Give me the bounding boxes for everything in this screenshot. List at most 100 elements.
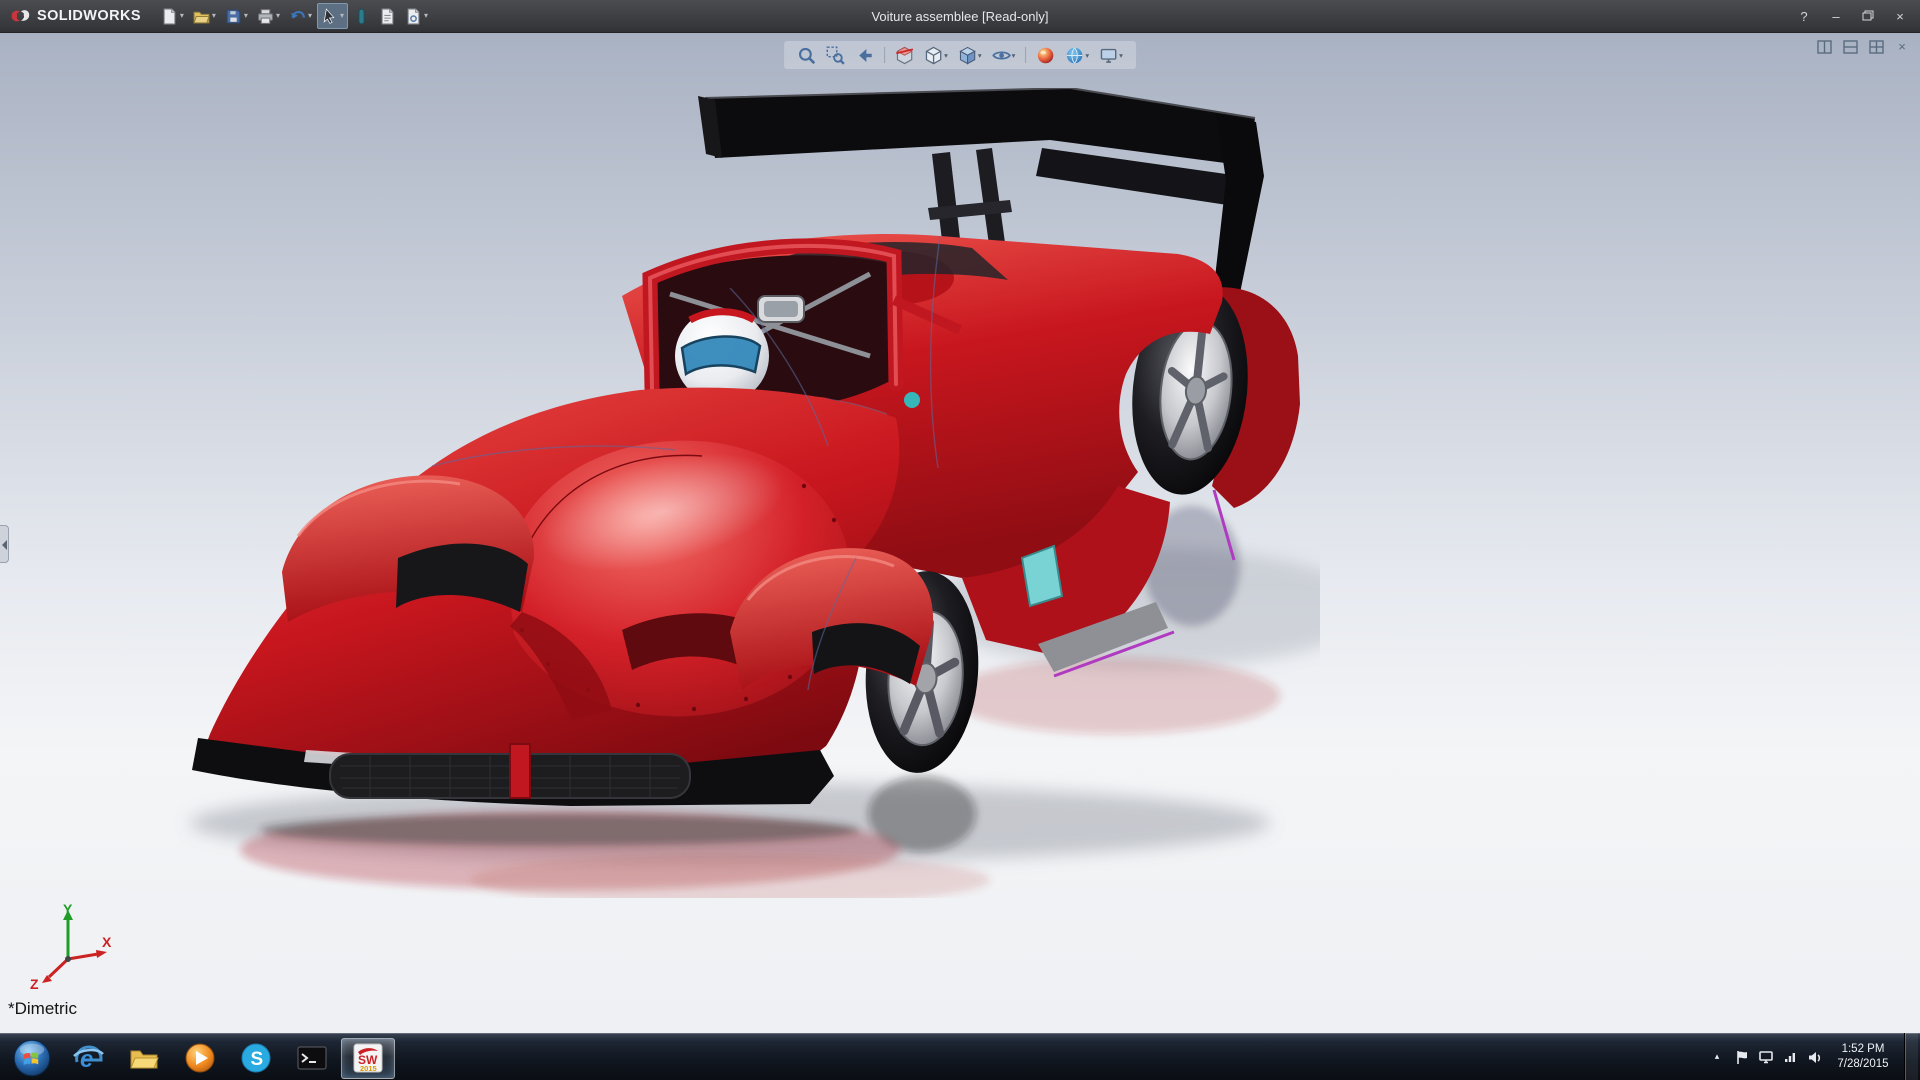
view-orientation-label: *Dimetric: [8, 999, 77, 1019]
chevron-down-icon[interactable]: ▾: [180, 12, 184, 20]
eye-icon: [992, 46, 1011, 65]
split-horizontal-icon: [1843, 40, 1858, 54]
taskbar-item-internet-explorer[interactable]: e: [61, 1038, 115, 1079]
start-button[interactable]: [5, 1038, 59, 1079]
traffic-pill-icon: [353, 8, 370, 25]
orientation-triad: Y X Z: [22, 901, 114, 993]
car-3d-model[interactable]: [170, 88, 1320, 898]
action-center-button[interactable]: [1734, 1049, 1750, 1065]
minimize-button[interactable]: –: [1828, 10, 1844, 23]
chevron-down-icon[interactable]: ▾: [944, 51, 948, 60]
floppy-icon: [225, 8, 242, 25]
monitor-icon: [1758, 1049, 1774, 1065]
chevron-down-icon[interactable]: ▾: [340, 12, 344, 20]
solidworks-window: SOLIDWORKS ▾ ▾ ▾ ▾ ▾: [0, 0, 1920, 1080]
help-button[interactable]: ?: [1796, 10, 1812, 23]
window-title: Voiture assemblee [Read-only]: [871, 9, 1048, 24]
zoom-to-area-button[interactable]: [823, 43, 848, 67]
chevron-down-icon[interactable]: ▾: [244, 12, 248, 20]
windows-orb-icon: [12, 1038, 52, 1078]
folder-icon: [127, 1041, 161, 1075]
view-settings-button[interactable]: ▾: [1096, 43, 1126, 67]
viewport-close-button[interactable]: ×: [1894, 39, 1910, 54]
brand: SOLIDWORKS: [0, 6, 157, 26]
chevron-down-icon[interactable]: ▾: [424, 12, 428, 20]
printer-icon: [257, 8, 274, 25]
rebuild-button[interactable]: [349, 3, 374, 29]
taskbar-item-command-prompt[interactable]: [285, 1038, 339, 1079]
tow-strap: [510, 744, 530, 798]
open-button[interactable]: ▾: [189, 3, 220, 29]
solidworks-app-icon: SW 2015: [351, 1041, 385, 1075]
show-desktop-button[interactable]: [1904, 1033, 1918, 1080]
taskbar-clock[interactable]: 1:52 PM 7/28/2015: [1830, 1042, 1896, 1072]
network-tray-button[interactable]: [1782, 1049, 1798, 1065]
chevron-down-icon[interactable]: ▾: [1085, 51, 1089, 60]
clock-date: 7/28/2015: [1830, 1057, 1896, 1072]
document-gear-icon: [405, 8, 422, 25]
restore-button[interactable]: [1860, 10, 1876, 23]
chevron-down-icon[interactable]: ▾: [978, 51, 982, 60]
triad-y-label: Y: [63, 901, 73, 917]
cursor-icon: [321, 8, 338, 25]
options-button[interactable]: ▾: [401, 3, 432, 29]
chevron-down-icon[interactable]: ▾: [308, 12, 312, 20]
triad-z-label: Z: [30, 976, 39, 992]
clock-time: 1:52 PM: [1830, 1042, 1896, 1057]
tray-expand-button[interactable]: ▴: [1708, 1051, 1726, 1062]
apply-scene-button[interactable]: ▾: [1062, 43, 1092, 67]
back-arrow-icon: [855, 46, 874, 65]
flag-icon: [1734, 1049, 1750, 1065]
display-style-button[interactable]: ▾: [955, 43, 985, 67]
save-button[interactable]: ▾: [221, 3, 252, 29]
appearance-sphere-icon: [1036, 46, 1055, 65]
system-tray: ▴: [1708, 1033, 1920, 1080]
split-vertical-icon: [1817, 40, 1832, 54]
svg-text:e: e: [80, 1046, 93, 1073]
speaker-icon: [1806, 1049, 1822, 1065]
toolbar-separator: [1025, 47, 1026, 63]
close-button[interactable]: ×: [1892, 10, 1908, 23]
graphics-viewport[interactable]: ▾ ▾ ▾ ▾ ▾: [0, 33, 1920, 1033]
chevron-down-icon[interactable]: ▾: [1012, 51, 1016, 60]
viewport-pane-controls: ×: [1816, 39, 1910, 54]
media-player-icon: [183, 1041, 217, 1075]
panel-collapse-tab[interactable]: [0, 525, 9, 563]
chevron-down-icon[interactable]: ▾: [1119, 51, 1123, 60]
taskbar-item-skype[interactable]: S: [229, 1038, 283, 1079]
chevron-down-icon[interactable]: ▾: [276, 12, 280, 20]
previous-view-button[interactable]: [852, 43, 877, 67]
edit-appearance-button[interactable]: [1033, 43, 1058, 67]
new-document-button[interactable]: ▾: [157, 3, 188, 29]
split-pane-vertical-button[interactable]: [1816, 39, 1832, 54]
zoom-to-fit-button[interactable]: [794, 43, 819, 67]
brand-logo-icon: [8, 6, 32, 26]
titlebar: SOLIDWORKS ▾ ▾ ▾ ▾ ▾: [0, 0, 1920, 33]
side-window: [1022, 546, 1062, 606]
view-orientation-button[interactable]: ▾: [921, 43, 951, 67]
volume-tray-button[interactable]: [1806, 1049, 1822, 1065]
display-tray-button[interactable]: [1758, 1049, 1774, 1065]
print-button[interactable]: ▾: [253, 3, 284, 29]
taskbar-item-solidworks[interactable]: SW 2015: [341, 1038, 395, 1079]
taskbar-item-media-player[interactable]: [173, 1038, 227, 1079]
skype-icon: S: [239, 1041, 273, 1075]
display-settings-icon: [1099, 46, 1118, 65]
split-pane-horizontal-button[interactable]: [1842, 39, 1858, 54]
undo-arrow-icon: [289, 8, 306, 25]
taskbar: e S: [0, 1033, 1920, 1080]
chevron-down-icon[interactable]: ▾: [212, 12, 216, 20]
taskbar-item-windows-explorer[interactable]: [117, 1038, 171, 1079]
select-tool-button[interactable]: ▾: [317, 3, 348, 29]
triad-x-label: X: [102, 934, 112, 950]
solidworks-version-badge: 2015: [360, 1064, 377, 1073]
four-pane-button[interactable]: [1868, 39, 1884, 54]
shaded-cube-icon: [958, 46, 977, 65]
undo-button[interactable]: ▾: [285, 3, 316, 29]
brand-name: SOLIDWORKS: [37, 8, 141, 24]
scene-globe-icon: [1065, 46, 1084, 65]
view-cube-icon: [924, 46, 943, 65]
section-view-button[interactable]: [892, 43, 917, 67]
file-properties-button[interactable]: [375, 3, 400, 29]
hide-show-items-button[interactable]: ▾: [989, 43, 1019, 67]
